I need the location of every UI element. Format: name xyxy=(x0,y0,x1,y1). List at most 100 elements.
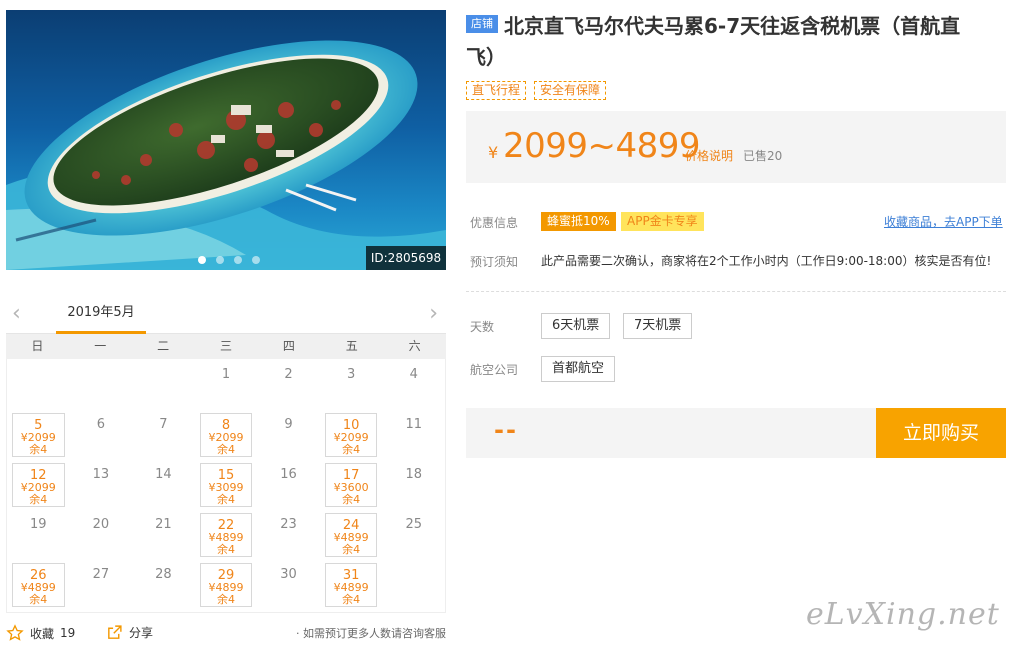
product-title: 北京直飞马尔代夫马累6-7天往返含税机票（首航直飞） xyxy=(466,14,961,69)
calendar-day-stock: 余4 xyxy=(216,543,235,556)
calendar-day-number: 23 xyxy=(280,517,297,532)
buy-now-button[interactable]: 立即购买 xyxy=(876,408,1006,458)
carousel-dot[interactable] xyxy=(216,256,224,264)
calendar-day-stock: 余4 xyxy=(29,443,48,456)
weekday-label: 日 xyxy=(31,339,44,353)
calendar-month-tab[interactable]: 2019年5月 xyxy=(56,296,146,334)
calendar-day-number: 11 xyxy=(405,417,422,432)
price-note-link[interactable]: 价格说明 xyxy=(685,147,733,164)
calendar-day-box[interactable]: 26 ¥4899 余4 xyxy=(12,563,65,607)
calendar-day-available[interactable]: 17 ¥3600 余4 xyxy=(320,459,383,509)
favorite-count: 19 xyxy=(60,626,76,640)
share-icon xyxy=(108,625,122,639)
calendar-day-stock: 余4 xyxy=(216,493,235,506)
calendar-day-number: 21 xyxy=(155,517,172,532)
contact-note: · 如需预订更多人数请咨询客服 xyxy=(296,627,446,640)
calendar-day-stock: 余4 xyxy=(216,593,235,606)
calendar-day: 16 xyxy=(257,459,320,509)
calendar-empty-cell xyxy=(7,359,70,409)
sold-count: 已售20 xyxy=(743,149,783,163)
calendar-day: 11 xyxy=(382,409,445,459)
calendar-day-box[interactable]: 8 ¥2099 余4 xyxy=(199,413,253,457)
calendar-day-available[interactable]: 29 ¥4899 余4 xyxy=(195,559,258,609)
weekday-label: 二 xyxy=(157,339,170,353)
carousel-dot[interactable] xyxy=(252,256,260,264)
calendar-day-box[interactable]: 24 ¥4899 余4 xyxy=(324,513,378,557)
share-button[interactable]: 分享 xyxy=(106,624,153,641)
calendar-day: 9 xyxy=(257,409,320,459)
calendar-weekday-header: 日 一 二 三 四 五 六 xyxy=(6,334,446,359)
calendar-day-box[interactable]: 5 ¥2099 余4 xyxy=(12,413,65,457)
calendar-day-number: 2 xyxy=(284,367,293,382)
calendar-day-number: 28 xyxy=(155,567,172,582)
favorite-button[interactable]: 收藏 19 xyxy=(6,624,75,642)
calendar-day-box[interactable]: 10 ¥2099 余4 xyxy=(324,413,378,457)
calendar-day-number: 25 xyxy=(405,517,422,532)
calendar-day-available[interactable]: 22 ¥4899 余4 xyxy=(195,509,258,559)
calendar-nav: ‹ 2019年5月 › xyxy=(6,296,446,334)
booking-notice-label: 预订须知 xyxy=(470,255,519,269)
calendar-day-box[interactable]: 15 ¥3099 余4 xyxy=(199,463,253,507)
calendar-day-box[interactable]: 12 ¥2099 余4 xyxy=(12,463,65,507)
product-tags: 直飞行程 安全有保障 xyxy=(466,81,607,100)
calendar-day: 27 xyxy=(70,559,133,609)
calendar-day-stock: 余4 xyxy=(342,543,361,556)
app-gold-card-badge: APP金卡专享 xyxy=(621,212,704,231)
currency-symbol: ¥ xyxy=(488,143,499,162)
photo-id-label: ID:2805698 xyxy=(366,246,446,270)
calendar-day-number: 19 xyxy=(30,517,47,532)
calendar-day: 25 xyxy=(382,509,445,559)
calendar-day-available[interactable]: 15 ¥3099 余4 xyxy=(195,459,258,509)
option-6-days[interactable]: 6天机票 xyxy=(541,313,611,339)
price-range: 2099~4899 xyxy=(503,126,701,166)
calendar-day-available[interactable]: 12 ¥2099 余4 xyxy=(7,459,70,509)
calendar-day: 4 xyxy=(382,359,445,409)
selected-price: -- xyxy=(494,416,518,444)
calendar-grid: 1 2 3 4 5 ¥2099 余4 6 7 8 ¥2099 余4 9 10 ¥2099 余4 11 12 ¥209… xyxy=(6,359,446,613)
calendar-day-box[interactable]: 29 ¥4899 余4 xyxy=(199,563,253,607)
calendar-day-available[interactable]: 5 ¥2099 余4 xyxy=(7,409,70,459)
calendar-day-available[interactable]: 26 ¥4899 余4 xyxy=(7,559,70,609)
favorite-app-link[interactable]: 收藏商品，去APP下单 xyxy=(884,213,1003,230)
calendar-day-number: 30 xyxy=(280,567,297,582)
calendar-day: 19 xyxy=(7,509,70,559)
calendar-day-number: 6 xyxy=(96,417,105,432)
option-airline-capital[interactable]: 首都航空 xyxy=(541,356,616,382)
calendar-day: 21 xyxy=(132,509,195,559)
island-image xyxy=(6,40,446,270)
carousel-dots xyxy=(198,256,260,264)
share-label: 分享 xyxy=(129,626,154,640)
calendar-day-stock: 余4 xyxy=(29,493,48,506)
calendar-day-number: 18 xyxy=(405,467,422,482)
calendar-day-number: 9 xyxy=(284,417,293,432)
calendar-empty-cell xyxy=(132,359,195,409)
shop-tag[interactable]: 店铺 xyxy=(466,15,498,33)
price-box: ¥ 2099~4899 价格说明 已售20 xyxy=(466,111,1006,183)
chevron-right-icon[interactable]: › xyxy=(429,303,438,325)
calendar-day-stock: 余4 xyxy=(216,443,235,456)
calendar-day-available[interactable]: 24 ¥4899 余4 xyxy=(320,509,383,559)
carousel-dot[interactable] xyxy=(234,256,242,264)
calendar-day-box[interactable]: 22 ¥4899 余4 xyxy=(199,513,253,557)
option-7-days[interactable]: 7天机票 xyxy=(623,313,693,339)
calendar-day: 14 xyxy=(132,459,195,509)
chevron-left-icon[interactable]: ‹ xyxy=(12,303,21,325)
calendar-day-box[interactable]: 31 ¥4899 余4 xyxy=(324,563,378,607)
star-icon xyxy=(6,624,24,641)
calendar-day: 18 xyxy=(382,459,445,509)
divider xyxy=(466,291,1006,292)
calendar-day-available[interactable]: 31 ¥4899 余4 xyxy=(320,559,383,609)
weekday-label: 三 xyxy=(219,339,232,353)
calendar-day: 28 xyxy=(132,559,195,609)
calendar-day-box[interactable]: 17 ¥3600 余4 xyxy=(324,463,378,507)
calendar-day-available[interactable]: 10 ¥2099 余4 xyxy=(320,409,383,459)
watermark: eLvXing.net xyxy=(806,597,1000,632)
favorite-label: 收藏 xyxy=(30,626,55,641)
calendar-empty-cell xyxy=(70,359,133,409)
carousel-dot[interactable] xyxy=(198,256,206,264)
days-label: 天数 xyxy=(470,320,495,334)
calendar-day: 6 xyxy=(70,409,133,459)
calendar-day: 1 xyxy=(195,359,258,409)
calendar-day-available[interactable]: 8 ¥2099 余4 xyxy=(195,409,258,459)
product-photo[interactable]: ID:2805698 xyxy=(6,10,446,270)
